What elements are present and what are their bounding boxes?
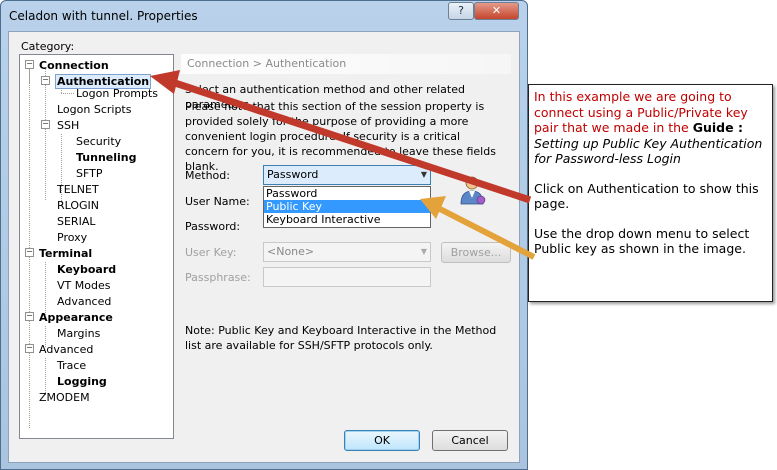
collapse-authentication-icon[interactable]: − [41,76,50,85]
category-label: Category: [21,40,75,53]
method-note-text: Note: Public Key and Keyboard Interactiv… [185,324,497,352]
method-option-keyboard-interactive[interactable]: Keyboard Interactive [264,213,430,226]
tree-item-vt-modes[interactable]: VT Modes [57,279,110,292]
tree-item-telnet[interactable]: TELNET [57,183,99,196]
dialog-client-area: Category: − Connection − Authentication … [8,31,520,463]
properties-dialog: Celadon with tunnel. Properties ? ✕ Cate… [0,0,528,470]
password-label: Password: [185,220,241,233]
method-label: Method: [185,169,230,182]
method-option-public-key[interactable]: Public Key [264,200,430,213]
tree-item-logon-scripts[interactable]: Logon Scripts [57,103,131,116]
method-select-value: Password [267,168,319,181]
annotation-callout: In this example we are going to connect … [528,84,773,302]
tree-item-margins[interactable]: Margins [57,327,100,340]
tree-item-terminal-advanced[interactable]: Advanced [57,295,111,308]
collapse-connection-icon[interactable]: − [25,60,34,69]
tree-item-proxy[interactable]: Proxy [57,231,87,244]
tree-item-connection[interactable]: Connection [39,59,109,72]
method-option-password[interactable]: Password [264,187,430,200]
tree-item-zmodem[interactable]: ZMODEM [39,391,90,404]
userkey-select[interactable]: <None> ▼ [263,242,431,262]
tree-item-serial[interactable]: SERIAL [57,215,95,228]
title-bar: Celadon with tunnel. Properties ? ✕ [1,1,527,31]
annotation-step-1: Click on Authentication to show this pag… [534,180,759,212]
annotation-guide-title: Setting up Public Key Authentication for… [534,135,763,167]
chevron-down-icon: ▼ [420,170,427,179]
passphrase-label: Passphrase: [185,271,251,284]
cancel-button[interactable]: Cancel [432,430,508,451]
annotation-guide-label: Guide : [692,120,743,135]
category-tree[interactable]: − Connection − Authentication Logon Prom… [19,54,174,439]
collapse-ssh-icon[interactable]: − [41,120,50,129]
tree-item-advanced[interactable]: Advanced [39,343,93,356]
tree-item-ssh[interactable]: SSH [57,119,79,132]
tree-item-keyboard[interactable]: Keyboard [57,263,116,276]
tree-item-tunneling[interactable]: Tunneling [76,151,137,164]
method-select[interactable]: Password ▼ [263,165,431,185]
userkey-select-value: <None> [267,245,315,258]
tree-item-logging[interactable]: Logging [57,375,107,388]
breadcrumb: Connection > Authentication [181,54,511,74]
security-warning-text: Please note that this section of the ses… [185,100,496,173]
collapse-advanced-icon[interactable]: − [25,344,34,353]
annotation-step-2: Use the drop down menu to select Public … [534,225,750,257]
tree-item-logon-prompts[interactable]: Logon Prompts [76,87,158,100]
close-button[interactable]: ✕ [474,2,519,20]
tree-item-security[interactable]: Security [76,135,121,148]
tree-item-appearance[interactable]: Appearance [39,311,113,324]
ok-button[interactable]: OK [344,430,420,451]
passphrase-field[interactable] [263,267,431,287]
browse-button[interactable]: Browse... [441,242,511,263]
tree-item-trace[interactable]: Trace [57,359,86,372]
userkey-label: User Key: [185,246,237,259]
tree-item-terminal[interactable]: Terminal [39,247,92,260]
tree-item-rlogin[interactable]: RLOGIN [57,199,99,212]
window-title: Celadon with tunnel. Properties [9,9,198,23]
help-button[interactable]: ? [448,2,474,20]
tree-item-sftp[interactable]: SFTP [76,167,102,180]
method-dropdown-list: Password Public Key Keyboard Interactive [263,186,431,228]
user-avatar-icon [460,176,486,205]
username-label: User Name: [185,195,250,208]
collapse-appearance-icon[interactable]: − [25,312,34,321]
collapse-terminal-icon[interactable]: − [25,248,34,257]
chevron-down-icon: ▼ [420,247,427,256]
